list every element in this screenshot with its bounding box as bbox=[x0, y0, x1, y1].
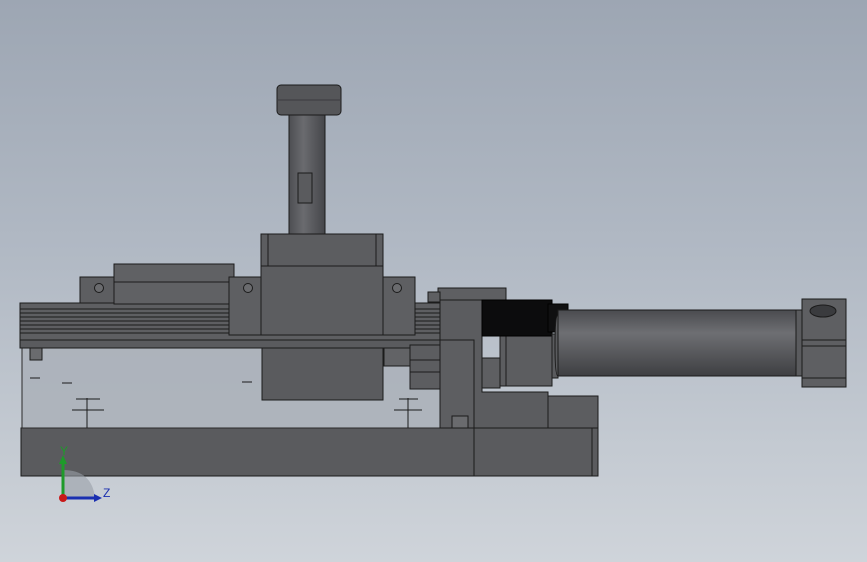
cad-viewport[interactable]: Y Z bbox=[0, 0, 867, 562]
triad-z-arrow bbox=[94, 494, 102, 502]
triad-y-label: Y bbox=[60, 444, 68, 458]
carriage-left[interactable] bbox=[79, 263, 235, 305]
end-clamp[interactable] bbox=[801, 298, 847, 388]
triad-origin bbox=[59, 494, 67, 502]
vertical-rod[interactable] bbox=[276, 84, 342, 235]
triad-z-label: Z bbox=[103, 486, 110, 500]
